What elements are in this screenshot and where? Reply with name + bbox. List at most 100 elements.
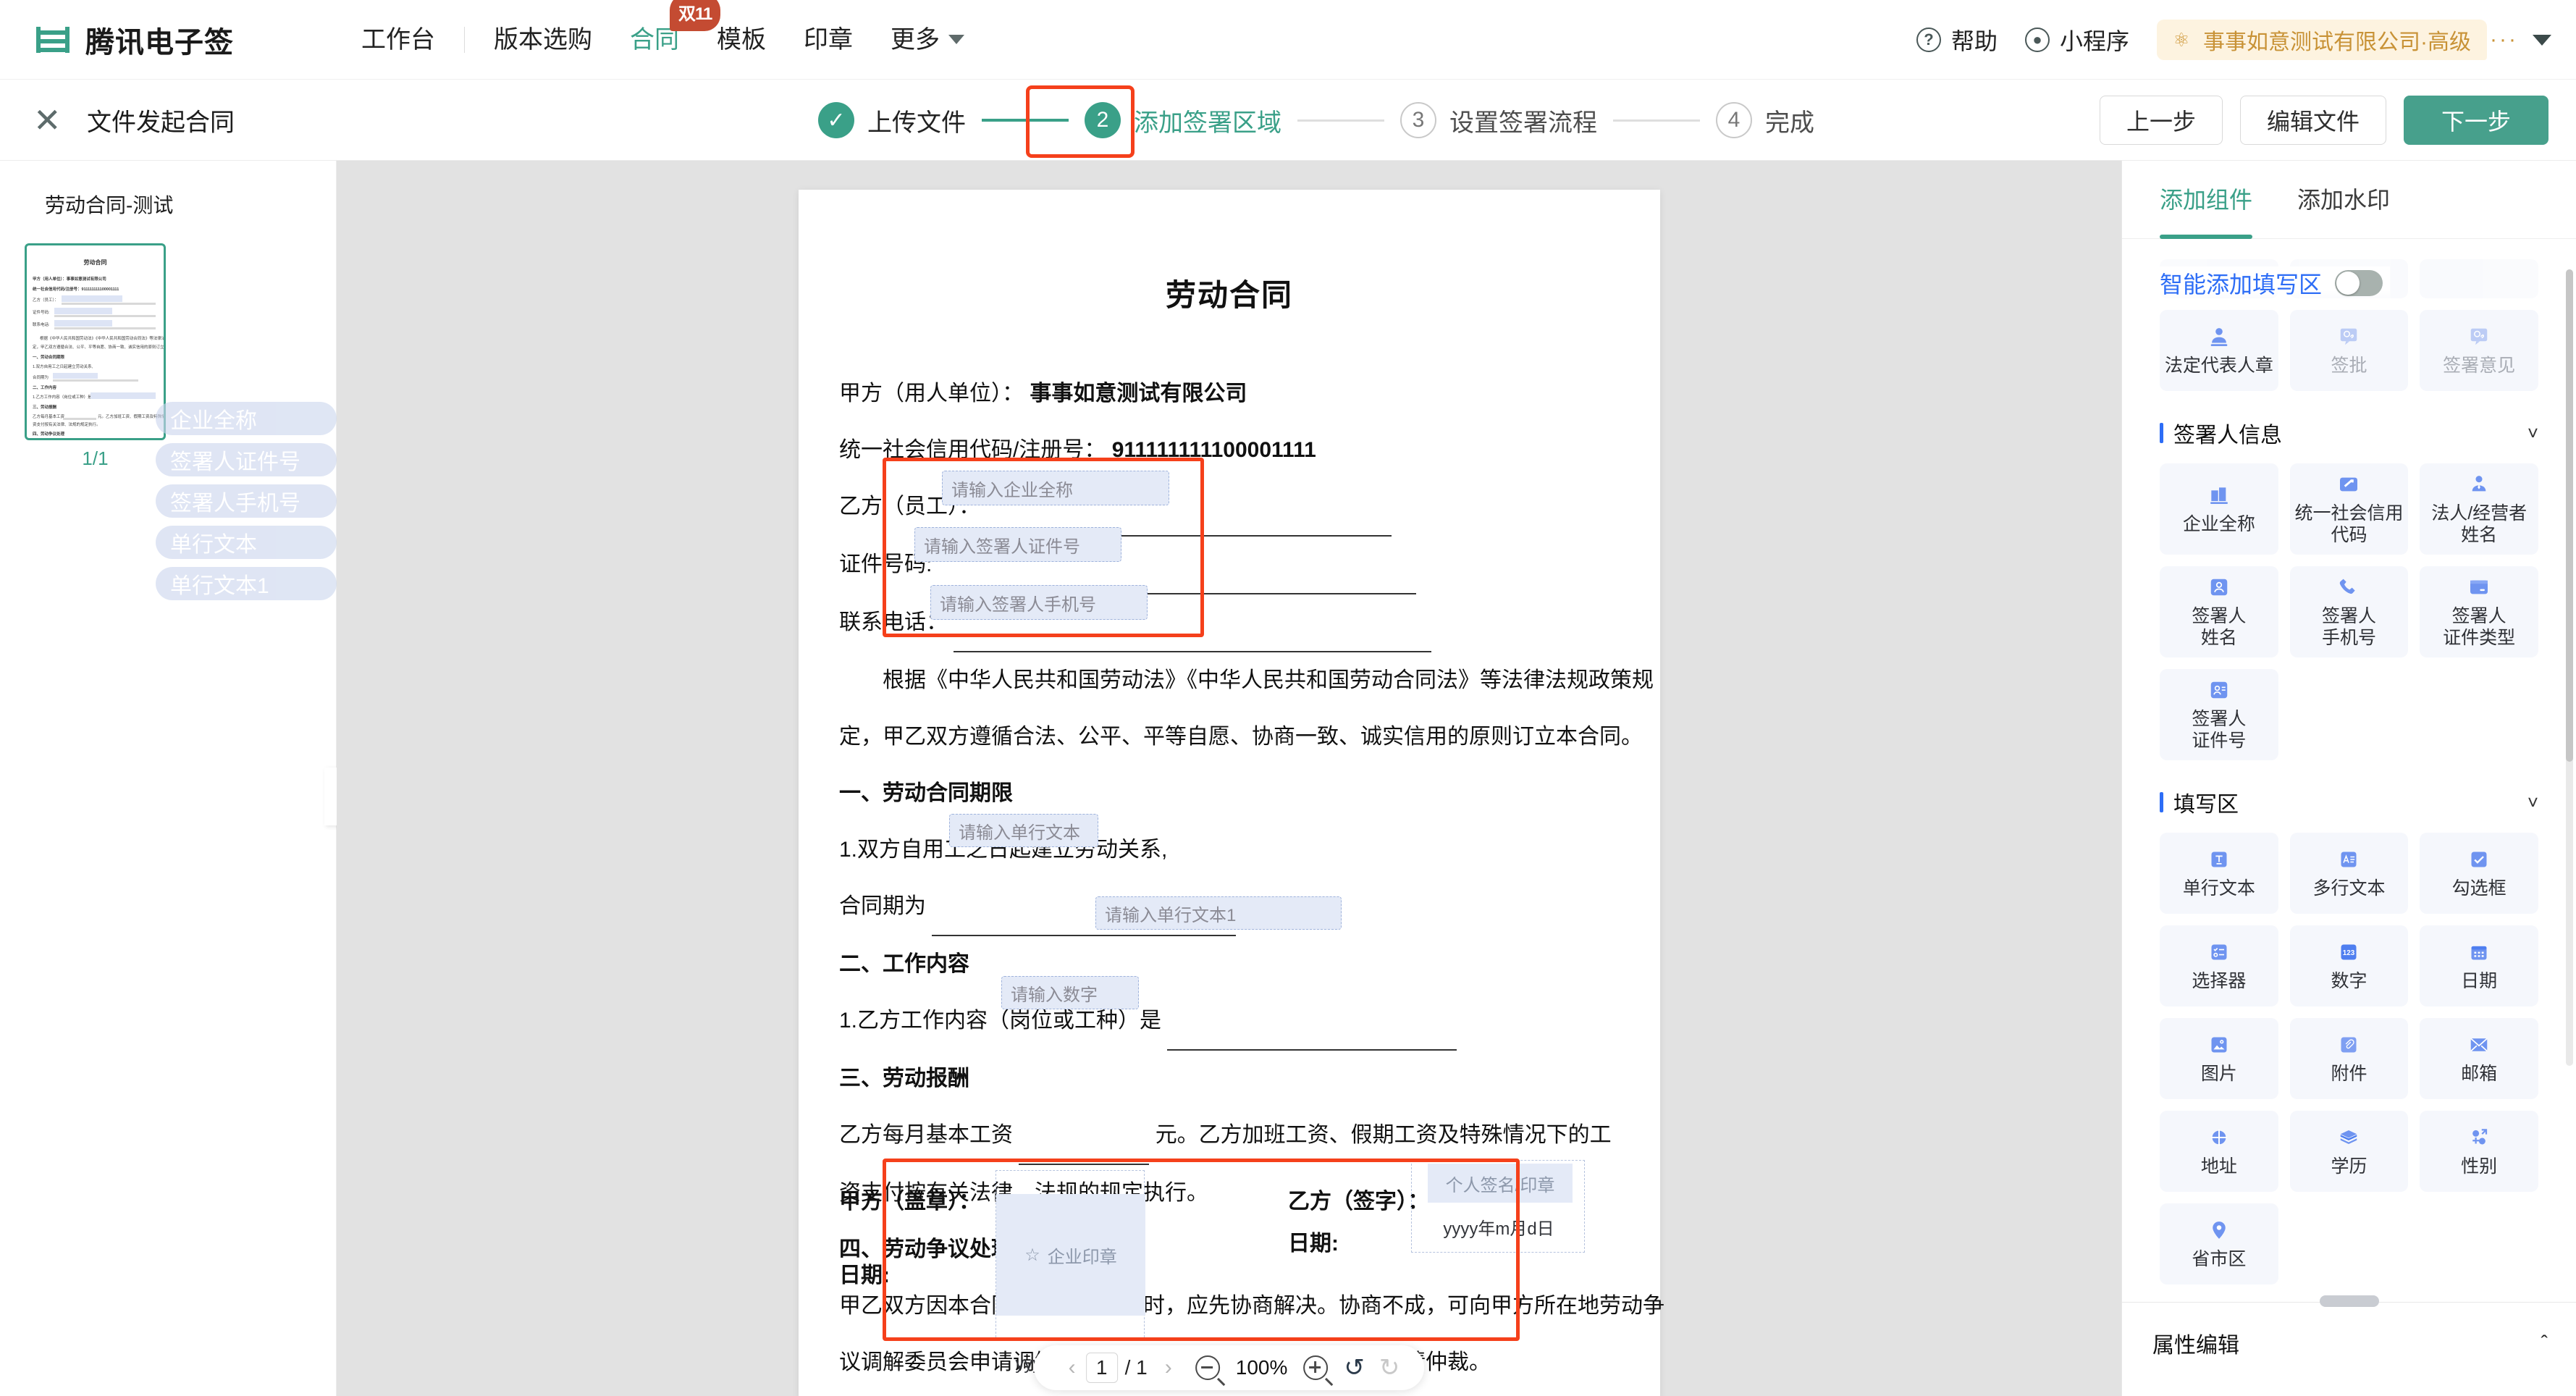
step-set-signing-flow[interactable]: 3 设置签署流程	[1400, 102, 1597, 138]
personal-signature-field[interactable]: 个人签名/印章 yyyy年m月d日	[1411, 1160, 1585, 1253]
component-company-full-name[interactable]: 企业全称	[2160, 463, 2278, 555]
nav-item-more[interactable]: 更多	[872, 0, 979, 80]
undo-icon[interactable]: ↺	[1344, 1353, 1365, 1382]
step-header-bar: ✕ 文件发起合同 ✓ 上传文件 2 添加签署区域 3 设置签署流程 4 完成 上…	[0, 80, 2576, 161]
org-switcher-chip[interactable]: ⚛ 事事如意测试有限公司·高级	[2157, 20, 2488, 60]
smart-fill-toggle[interactable]	[2335, 270, 2383, 296]
step-1-label: 上传文件	[867, 109, 966, 137]
component-signer-id-number-label: 签署人 证件号	[2192, 709, 2247, 751]
step-add-signature-area[interactable]: 2 添加签署区域	[1085, 102, 1281, 138]
component-signer-id-number[interactable]: 签署人 证件号	[2160, 669, 2278, 760]
next-page-icon[interactable]: ›	[1155, 1355, 1182, 1380]
component-selector[interactable]: 选择器	[2160, 925, 2278, 1006]
component-signer-phone[interactable]: 签署人 手机号	[2289, 566, 2409, 657]
phone-icon	[2337, 575, 2360, 600]
prev-page-icon[interactable]: ‹	[1058, 1355, 1086, 1380]
right-panel-scroll-area: 智能添加填写区 法定代表人章 签批 签署意见 签署人信息 ˅ 企业全称 统一社会…	[2122, 239, 2576, 1302]
component-signer-name[interactable]: 签署人 姓名	[2160, 566, 2278, 657]
component-date[interactable]: 日期	[2420, 925, 2538, 1006]
miniapp-button[interactable]: ● 小程序	[2025, 23, 2129, 56]
field-single-text[interactable]: 请输入单行文本	[949, 814, 1098, 847]
nav-item-purchase[interactable]: 版本选购	[475, 0, 611, 80]
mail-icon	[2468, 1033, 2490, 1057]
hidden-cell-3[interactable]	[2420, 259, 2538, 298]
step-complete[interactable]: 4 完成	[1716, 102, 1814, 138]
component-approval[interactable]: 签批	[2289, 310, 2409, 391]
help-button[interactable]: ? 帮助	[1916, 23, 1998, 56]
field-signer-phone[interactable]: 请输入签署人手机号	[930, 585, 1148, 620]
credit-code-label: 统一社会信用代码/注册号：	[839, 438, 1106, 462]
panel-resize-handle[interactable]	[2320, 1295, 2379, 1307]
component-education[interactable]: 学历	[2289, 1111, 2409, 1192]
nav-item-seal[interactable]: 印章	[785, 0, 872, 80]
tab-add-watermark[interactable]: 添加水印	[2297, 161, 2390, 239]
component-unified-social-credit-code[interactable]: 统一社会信用代码	[2289, 463, 2409, 555]
component-image[interactable]: 图片	[2160, 1018, 2278, 1099]
brand-logo-group[interactable]: 腾讯电子签	[36, 19, 234, 61]
component-attachment[interactable]: 附件	[2289, 1018, 2409, 1099]
field-tag-single-text-1[interactable]: 单行文本1	[156, 567, 337, 600]
section-header-signer-info[interactable]: 签署人信息 ˅	[2122, 417, 2576, 449]
property-editor-header[interactable]: 属性编辑 ˆ	[2122, 1303, 2576, 1359]
field-tag-signer-phone[interactable]: 签署人手机号	[156, 484, 337, 518]
floating-field-tags: 企业全称 签署人证件号 签署人手机号 单行文本 单行文本1	[156, 402, 337, 608]
approval-icon	[2338, 324, 2360, 349]
nav-item-workbench[interactable]: 工作台	[342, 0, 454, 80]
zoom-out-icon[interactable]	[1195, 1355, 1220, 1380]
component-legal-rep-seal[interactable]: 法定代表人章	[2160, 310, 2278, 391]
prev-step-button[interactable]: 上一步	[2099, 96, 2223, 145]
document-page[interactable]: 劳动合同 甲方（用人单位）： 事事如意测试有限公司 统一社会信用代码/注册号： …	[799, 190, 1664, 1396]
close-icon[interactable]: ✕	[33, 104, 62, 137]
step-3-number: 3	[1400, 102, 1436, 138]
right-panel-tabs: 添加组件 添加水印	[2122, 161, 2576, 239]
component-gender[interactable]: 性别	[2420, 1111, 2538, 1192]
next-step-button[interactable]: 下一步	[2403, 96, 2548, 145]
field-single-text-1[interactable]: 请输入单行文本1	[1095, 896, 1342, 930]
step-upload-file[interactable]: ✓ 上传文件	[818, 102, 966, 138]
company-seal-placeholder: 企业印章	[1047, 1247, 1117, 1267]
checkbox-icon	[2469, 847, 2489, 872]
component-province-city-district[interactable]: 省市区	[2160, 1203, 2278, 1284]
chevron-down-icon	[948, 35, 964, 44]
person-tie-icon	[2467, 472, 2491, 497]
component-multi-line-text[interactable]: 多行文本	[2289, 833, 2409, 914]
help-label: 帮助	[1950, 28, 1998, 54]
component-sign-opinion[interactable]: 签署意见	[2420, 310, 2538, 391]
page-number-input[interactable]: 1	[1085, 1353, 1118, 1383]
edit-file-button[interactable]: 编辑文件	[2239, 96, 2386, 145]
section-2-title: 二、工作内容	[839, 952, 969, 976]
field-tag-single-text[interactable]: 单行文本	[156, 526, 337, 559]
calendar-icon	[2469, 940, 2489, 964]
component-signer-id-type[interactable]: 签署人 证件类型	[2420, 566, 2538, 657]
component-checkbox[interactable]: 勾选框	[2420, 833, 2538, 914]
tab-add-component[interactable]: 添加组件	[2160, 161, 2253, 239]
component-single-line-text[interactable]: 单行文本	[2160, 833, 2278, 914]
field-tag-company-name[interactable]: 企业全称	[156, 402, 337, 435]
zoom-in-icon[interactable]	[1303, 1355, 1329, 1380]
field-tag-signer-id[interactable]: 签署人证件号	[156, 443, 337, 476]
component-email[interactable]: 邮箱	[2420, 1018, 2538, 1099]
right-panel-scrollbar[interactable]	[2566, 269, 2573, 1066]
component-number[interactable]: 123 数字	[2289, 925, 2409, 1006]
user-menu-chevron-down-icon[interactable]	[2533, 34, 2551, 46]
field-signer-id[interactable]: 请输入签署人证件号	[914, 527, 1121, 562]
step-connector-2	[1297, 119, 1384, 122]
chevron-down-icon[interactable]: ˅	[2527, 422, 2538, 445]
top-right-actions: ? 帮助 ● 小程序 ⚛ 事事如意测试有限公司·高级 ···	[1916, 0, 2562, 80]
party-a-line: 甲方（用人单位）： 事事如意测试有限公司	[839, 366, 1620, 422]
page-thumbnail-1[interactable]: 劳动合同 甲方（用人单位）：事事如意测试有限公司 统一社会信用代码/注册号：91…	[25, 243, 166, 440]
chevron-up-icon[interactable]: ˆ	[2541, 1332, 2548, 1355]
chevron-down-icon[interactable]: ˅	[2527, 791, 2538, 814]
right-panel-scrollbar-thumb[interactable]	[2566, 269, 2573, 762]
field-number[interactable]: 请输入数字	[1001, 976, 1139, 1009]
field-company-name[interactable]: 请输入企业全称	[942, 471, 1169, 505]
section-header-fill-area[interactable]: 填写区 ˅	[2122, 786, 2576, 818]
brand-name: 腾讯电子签	[85, 26, 234, 59]
thumb-title: 劳动合同	[83, 259, 107, 266]
component-address[interactable]: 地址	[2160, 1111, 2278, 1192]
tencent-esign-logo-icon	[36, 24, 74, 56]
component-legal-person-name[interactable]: 法人/经营者姓名	[2420, 463, 2538, 555]
miniapp-icon: ●	[2025, 28, 2050, 52]
company-seal-field[interactable]: ☆ 企业印章 yyyy年m月d日	[996, 1170, 1145, 1374]
redo-icon[interactable]: ↻	[1379, 1353, 1400, 1382]
